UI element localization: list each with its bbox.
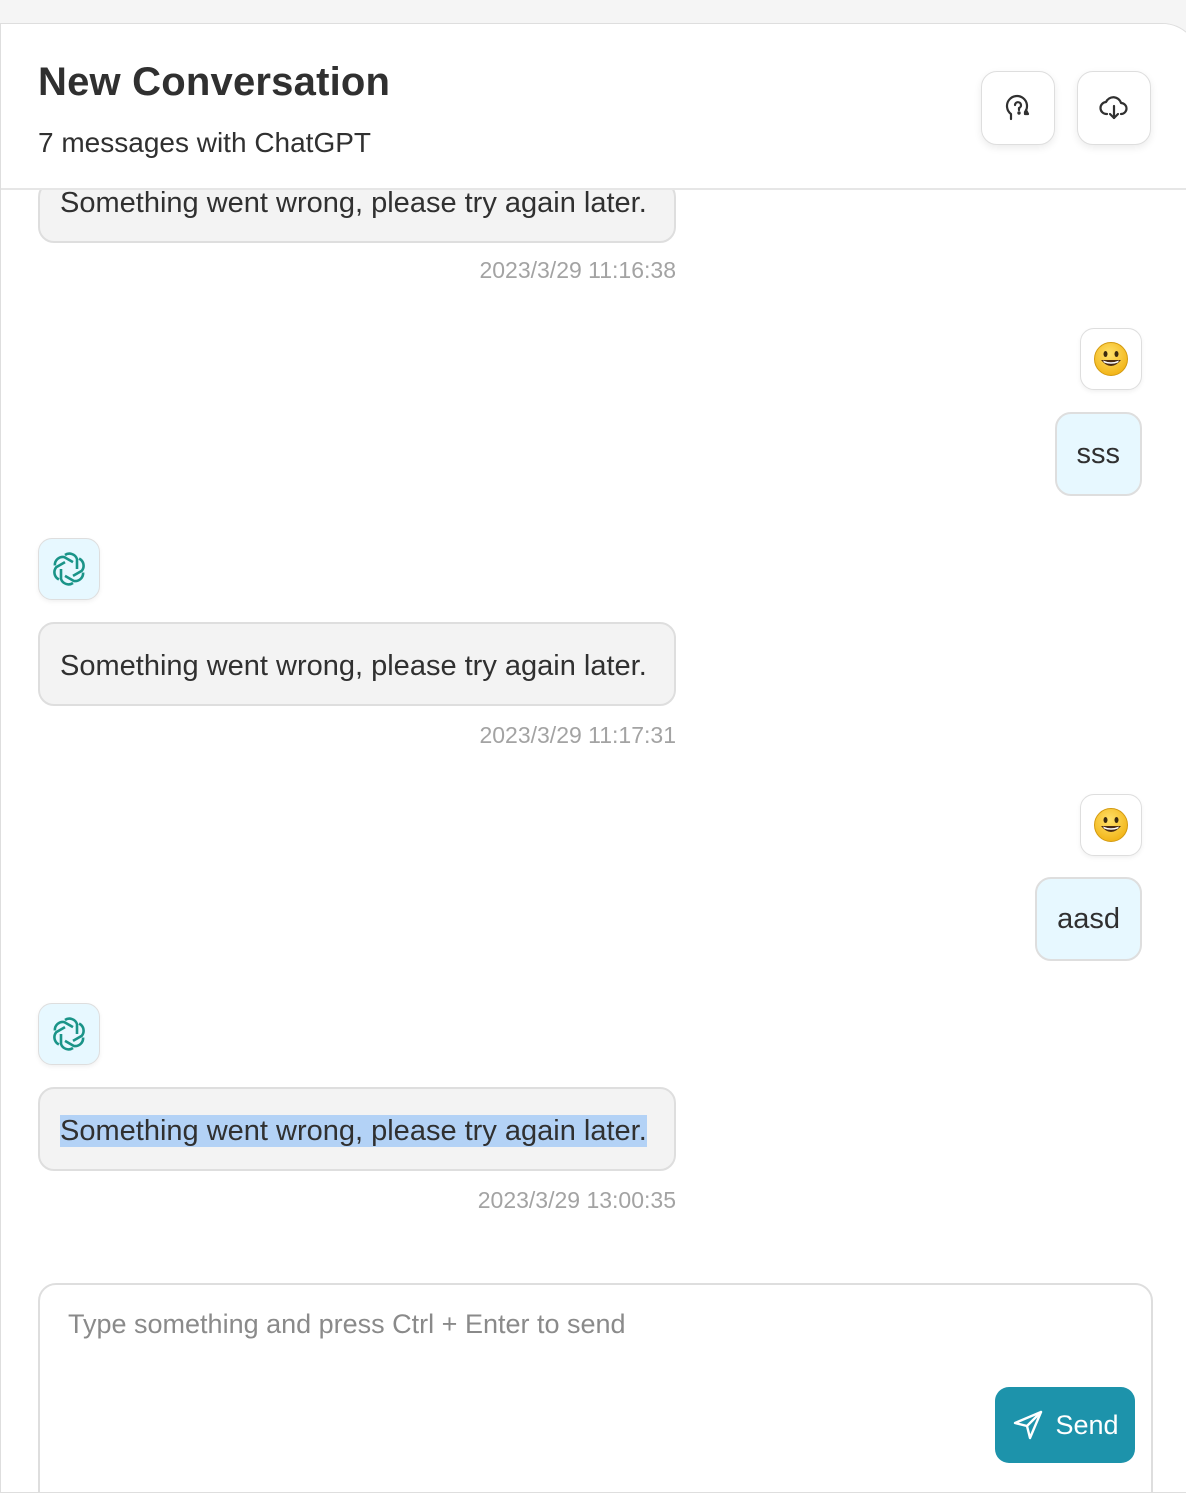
assistant-message-bubble: Something went wrong, please try again l… [38, 181, 676, 243]
page-title: New Conversation [38, 60, 391, 104]
message-text: sss [1076, 438, 1121, 470]
user-message-bubble: sss [1054, 412, 1142, 496]
message-timestamp: 2023/3/29 11:17:31 [479, 722, 676, 748]
user-avatar [1080, 794, 1142, 856]
brain-icon [1005, 94, 1030, 121]
message-text-selected: Something went wrong, please try again l… [60, 1115, 647, 1147]
chat-header: New Conversation 7 messages with ChatGPT [1, 24, 1186, 190]
input-placeholder: Type something and press Ctrl + Enter to… [68, 1309, 626, 1339]
message-list[interactable]: Something went wrong, please try again l… [1, 24, 1186, 1492]
assistant-message-bubble: Something went wrong, please try again l… [38, 1087, 676, 1171]
chatgpt-avatar [38, 538, 100, 600]
message-timestamp: 2023/3/29 11:16:38 [479, 257, 676, 283]
send-label: Send [1055, 1409, 1119, 1440]
message-input[interactable]: Type something and press Ctrl + Enter to… [38, 1283, 1153, 1492]
download-icon [1099, 96, 1128, 120]
message-text: Something went wrong, please try again l… [60, 650, 647, 682]
smiley-emoji-icon [1094, 808, 1128, 842]
smiley-emoji-icon [1094, 342, 1128, 376]
send-button[interactable]: Send [995, 1387, 1135, 1463]
assistant-message-bubble: Something went wrong, please try again l… [38, 622, 676, 706]
message-text: aasd [1057, 903, 1120, 935]
export-button[interactable] [1077, 71, 1151, 145]
message-timestamp: 2023/3/29 13:00:35 [477, 1187, 676, 1213]
user-avatar [1080, 328, 1142, 390]
chatgpt-avatar [38, 1003, 100, 1065]
openai-logo-icon [53, 552, 85, 586]
openai-logo-icon [53, 1017, 85, 1051]
prompt-memory-button[interactable] [981, 71, 1055, 145]
chat-window: Something went wrong, please try again l… [0, 23, 1186, 1493]
message-count-subtitle: 7 messages with ChatGPT [38, 127, 372, 158]
send-icon [1014, 1410, 1043, 1440]
user-message-bubble: aasd [1035, 877, 1142, 961]
message-text: Something went wrong, please try again l… [60, 187, 647, 219]
